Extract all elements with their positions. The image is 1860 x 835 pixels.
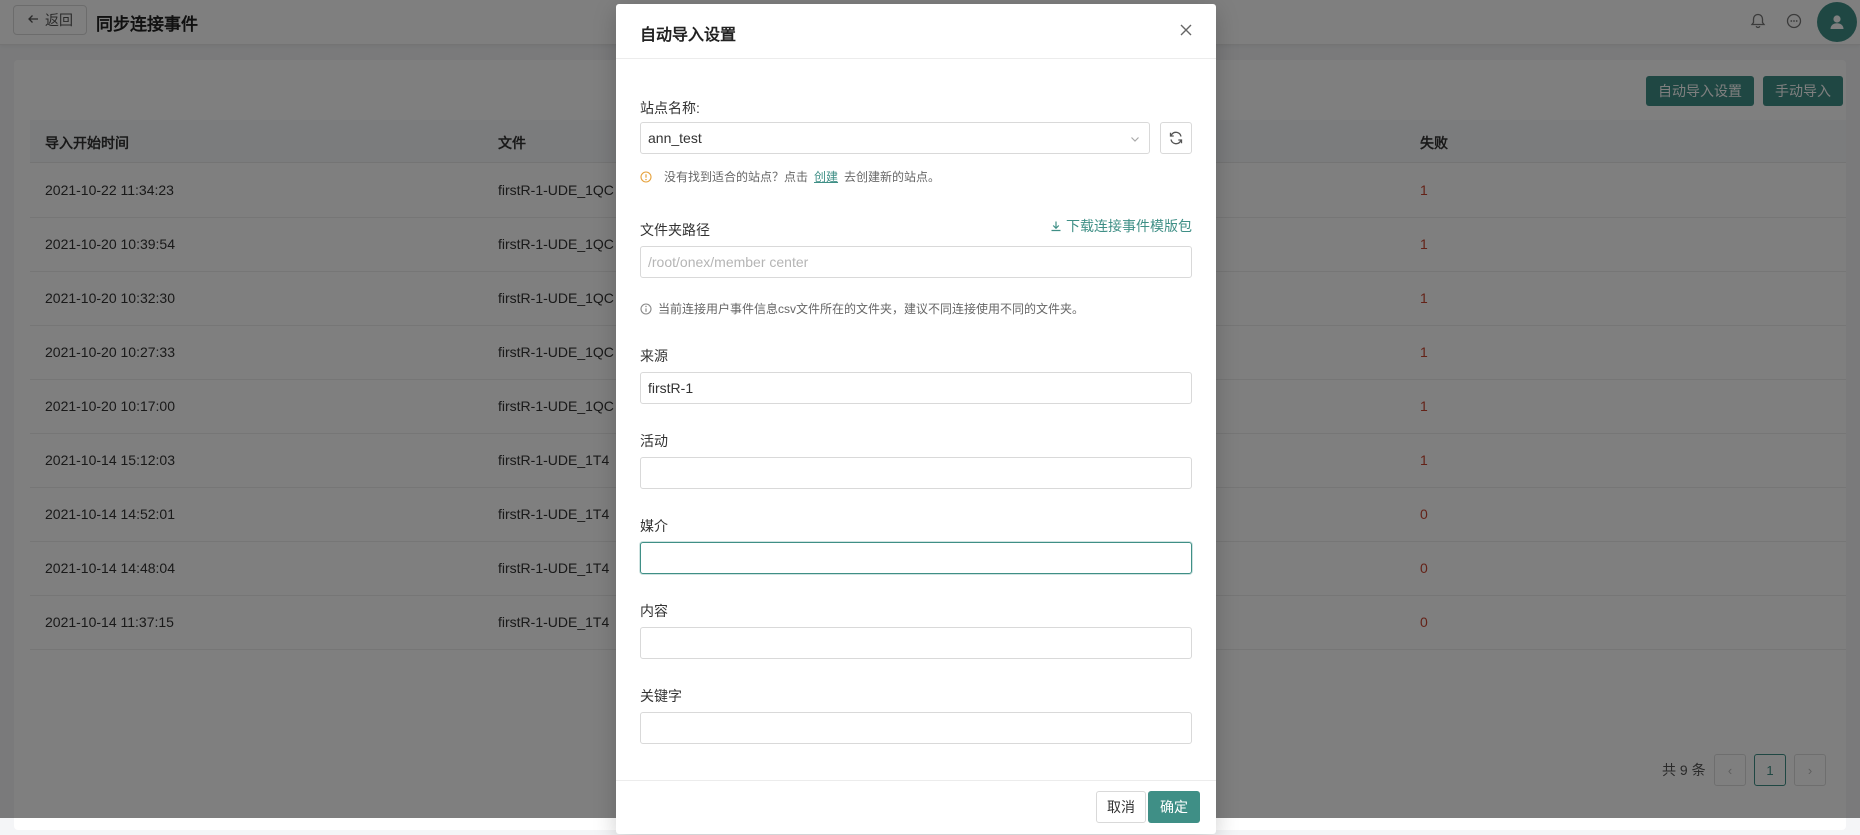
folder-path-input[interactable]	[640, 246, 1192, 278]
keyword-input[interactable]	[640, 712, 1192, 744]
keyword-label: 关键字	[640, 688, 682, 704]
folder-hint: 当前连接用户事件信息csv文件所在的文件夹，建议不同连接使用不同的文件夹。	[640, 300, 1084, 317]
source-label: 来源	[640, 348, 668, 364]
close-icon[interactable]	[1178, 22, 1194, 38]
warning-icon	[640, 170, 652, 183]
site-name-select[interactable]: ann_test	[640, 122, 1150, 154]
dialog-footer: 取消 确定	[616, 780, 1216, 835]
download-template-label: 下载连接事件模版包	[1066, 218, 1192, 234]
dialog-header: 自动导入设置	[616, 4, 1216, 59]
site-hint: 没有找到适合的站点？点击 创建 去创建新的站点。	[640, 168, 940, 185]
campaign-label: 活动	[640, 433, 668, 449]
site-name-label: 站点名称:	[640, 100, 700, 116]
cancel-button[interactable]: 取消	[1096, 791, 1146, 823]
info-icon	[640, 302, 652, 315]
site-hint-suffix: 去创建新的站点。	[844, 170, 941, 184]
source-input[interactable]	[640, 372, 1192, 404]
site-hint-text: 没有找到适合的站点？点击	[664, 170, 809, 184]
refresh-icon	[1169, 131, 1183, 145]
download-template-link[interactable]: 下载连接事件模版包	[1050, 216, 1192, 236]
medium-input[interactable]	[640, 542, 1192, 574]
refresh-sites-button[interactable]	[1160, 122, 1192, 154]
auto-import-settings-dialog: 自动导入设置 站点名称: ann_test 没有找到适合的站点？点击 创建 去创…	[616, 4, 1216, 834]
medium-label: 媒介	[640, 518, 668, 534]
folder-hint-text: 当前连接用户事件信息csv文件所在的文件夹，建议不同连接使用不同的文件夹。	[658, 302, 1085, 316]
folder-path-label: 文件夹路径	[640, 222, 710, 238]
download-icon	[1051, 221, 1061, 232]
dialog-title: 自动导入设置	[640, 27, 737, 44]
create-site-link[interactable]: 创建	[814, 168, 838, 185]
site-name-value: ann_test	[648, 130, 702, 146]
chevron-down-icon	[1129, 132, 1141, 144]
content-input[interactable]	[640, 627, 1192, 659]
content-label: 内容	[640, 603, 668, 619]
campaign-input[interactable]	[640, 457, 1192, 489]
confirm-button[interactable]: 确定	[1148, 791, 1200, 823]
